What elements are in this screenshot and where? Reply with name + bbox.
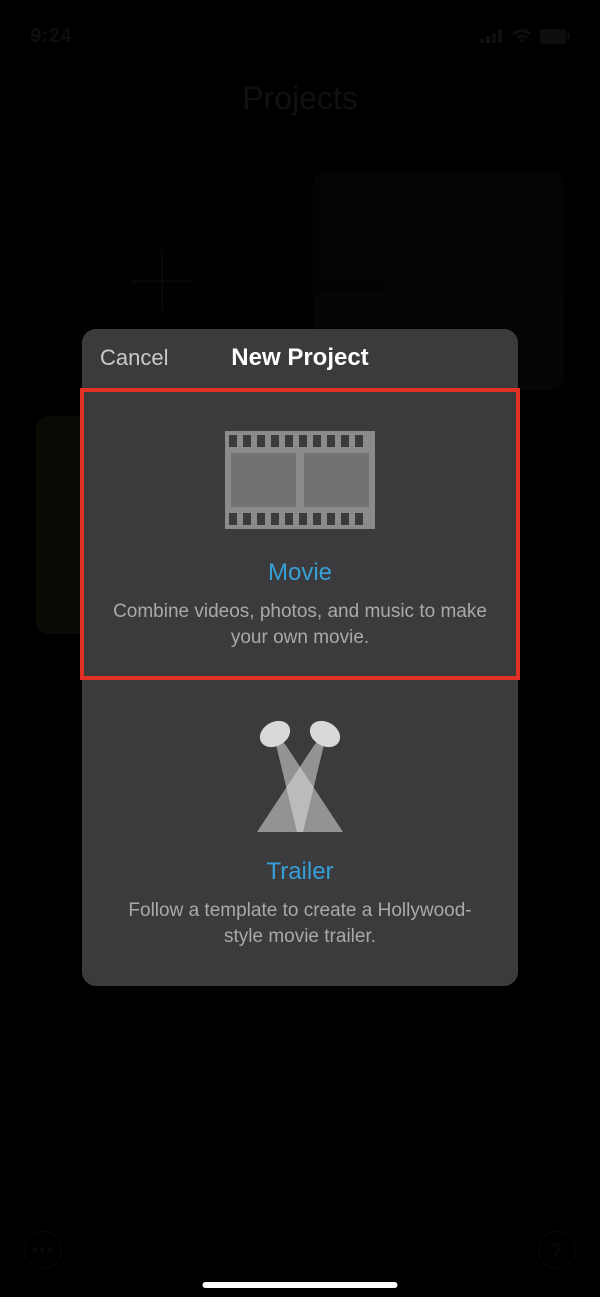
trailer-option-label: Trailer xyxy=(112,858,488,886)
sheet-title: New Project xyxy=(231,344,368,372)
cancel-button[interactable]: Cancel xyxy=(100,345,168,371)
movie-option-desc: Combine videos, photos, and music to mak… xyxy=(112,599,488,650)
film-icon xyxy=(112,415,488,545)
spotlights-icon xyxy=(112,714,488,844)
sheet-header: Cancel New Project xyxy=(82,329,518,387)
movie-option-label: Movie xyxy=(112,559,488,587)
movie-option[interactable]: Movie Combine videos, photos, and music … xyxy=(82,387,518,686)
home-indicator[interactable] xyxy=(203,1282,398,1288)
trailer-option-desc: Follow a template to create a Hollywood-… xyxy=(112,898,488,949)
new-project-sheet: Cancel New Project Movie Combine videos,… xyxy=(82,329,518,986)
trailer-option[interactable]: Trailer Follow a template to create a Ho… xyxy=(82,686,518,985)
